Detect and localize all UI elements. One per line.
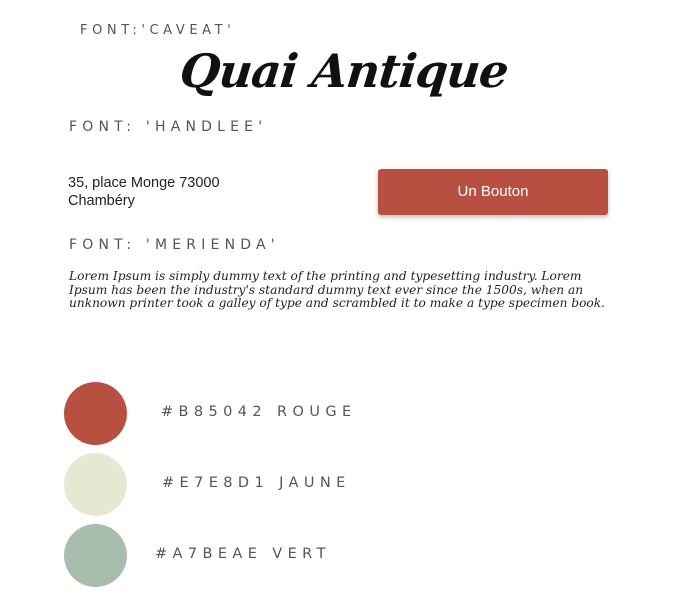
swatch-circle-rouge (64, 382, 127, 445)
logo-title: Quai Antique (177, 44, 511, 98)
lorem-line-3: unknown printer took a galley of type an… (69, 296, 606, 310)
sample-button[interactable]: Un Bouton (378, 169, 608, 215)
lorem-line-1: Lorem Ipsum is simply dummy text of the … (69, 269, 582, 283)
color-swatch-rouge: #B85042 ROUGE (64, 382, 664, 446)
swatch-circle-vert (64, 524, 127, 587)
lorem-line-2: Ipsum has been the industry's standard d… (69, 282, 584, 297)
swatch-label-vert: #A7BEAE VERT (155, 546, 331, 562)
font-handlee-label: FONT: 'HANDLEE' (69, 119, 268, 135)
address-block: 35, place Monge 73000 Chambéry (68, 174, 220, 210)
address-line-1: 35, place Monge 73000 (68, 175, 220, 191)
color-swatch-vert: #A7BEAE VERT (64, 524, 664, 588)
address-line-2: Chambéry (68, 193, 135, 209)
lorem-paragraph: Lorem Ipsum is simply dummy text of the … (69, 269, 641, 311)
swatch-circle-jaune (64, 453, 127, 516)
font-merienda-label: FONT: 'MERIENDA' (69, 237, 280, 253)
color-swatch-jaune: #E7E8D1 JAUNE (64, 453, 664, 517)
font-caveat-label: FONT:'CAVEAT' (80, 23, 236, 38)
swatch-label-jaune: #E7E8D1 JAUNE (162, 475, 351, 491)
swatch-label-rouge: #B85042 ROUGE (161, 404, 357, 420)
